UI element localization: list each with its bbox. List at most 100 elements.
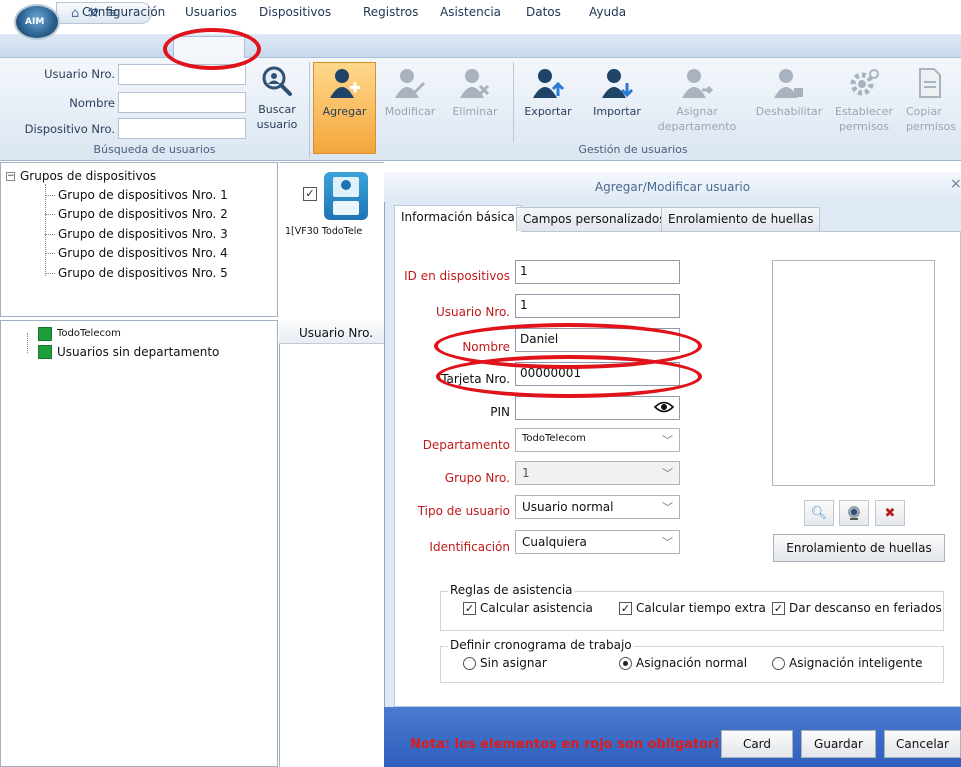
schedule-smart-label: Asignación inteligente xyxy=(789,656,923,670)
tab-datos[interactable]: Datos xyxy=(526,5,561,19)
tree-connector xyxy=(45,273,55,274)
set-permissions-button[interactable]: Establecer permisos xyxy=(833,66,895,134)
radio-icon xyxy=(772,656,785,670)
webcam-button[interactable] xyxy=(839,500,869,526)
device-id-label: ID en dispositivos xyxy=(404,269,510,283)
column-user-no[interactable]: Usuario Nro. xyxy=(299,326,373,340)
device-group-item[interactable]: Grupo de dispositivos Nro. 4 xyxy=(58,246,228,260)
schedule-normal-radio[interactable]: Asignación normal xyxy=(619,656,747,670)
tab-asistencia[interactable]: Asistencia xyxy=(440,5,501,19)
user-type-select[interactable]: Usuario normal ﹀ xyxy=(515,495,680,519)
search-name-input[interactable] xyxy=(118,92,246,113)
search-device-no-label: Dispositivo Nro. xyxy=(24,122,115,136)
device-group-item[interactable]: Grupo de dispositivos Nro. 2 xyxy=(58,207,228,221)
tab-dispositivos[interactable]: Dispositivos xyxy=(259,5,331,19)
chevron-down-icon: ﹀ xyxy=(662,467,673,480)
calc-attendance-label: Calcular asistencia xyxy=(480,601,593,615)
department-label: Departamento xyxy=(422,438,510,452)
tab-fingerprint-enrollment[interactable]: Enrolamiento de huellas xyxy=(661,207,821,231)
search-user-button[interactable]: Buscar usuario xyxy=(251,64,303,132)
tab-basic-info[interactable]: Información básica xyxy=(394,205,522,232)
schedule-legend: Definir cronograma de trabajo xyxy=(448,638,634,652)
device-terminal-icon[interactable] xyxy=(324,172,368,220)
calc-overtime-label: Calcular tiempo extra xyxy=(636,601,766,615)
menu-bar xyxy=(0,34,961,58)
identification-select[interactable]: Cualquiera ﹀ xyxy=(515,530,680,554)
schedule-none-radio[interactable]: Sin asignar xyxy=(463,656,547,670)
device-group-item[interactable]: Grupo de dispositivos Nro. 3 xyxy=(58,227,228,241)
app-logo[interactable]: AIM xyxy=(14,4,60,40)
search-photo-button[interactable]: 🔍︎ xyxy=(804,500,834,526)
tree-connector xyxy=(45,253,55,254)
delete-photo-button[interactable]: ✖ xyxy=(875,500,905,526)
delete-user-icon xyxy=(460,69,490,98)
assign-department-button[interactable]: Asignar departamento xyxy=(655,66,739,134)
device-id-input[interactable]: 1 xyxy=(515,260,680,284)
tab-custom-fields[interactable]: Campos personalizados xyxy=(516,207,673,231)
identification-label: Identificación xyxy=(429,540,510,554)
user-no-input[interactable]: 1 xyxy=(515,294,680,318)
device-checkbox[interactable]: ✓ xyxy=(303,187,317,201)
fingerprint-enrollment-button[interactable]: Enrolamiento de huellas xyxy=(773,534,945,562)
department-select[interactable]: TodoTelecom ﹀ xyxy=(515,428,680,452)
webcam-icon xyxy=(848,506,860,520)
holiday-rest-checkbox[interactable]: ✓ Dar descanso en feriados xyxy=(772,601,942,615)
add-user-button[interactable]: Agregar xyxy=(313,66,376,119)
card-no-label: Tarjeta Nro. xyxy=(441,372,510,386)
name-input[interactable]: Daniel xyxy=(515,328,680,352)
device-label: 1[VF30 TodoTele xyxy=(285,226,363,237)
dialog-title: Agregar/Modificar usuario xyxy=(594,180,751,194)
save-button[interactable]: Guardar xyxy=(801,730,876,758)
close-icon: ✖ xyxy=(884,505,896,521)
device-group-root[interactable]: Grupos de dispositivos xyxy=(20,169,156,183)
copy-permissions-button[interactable]: Copiar permisos xyxy=(898,66,961,134)
chevron-down-icon: ﹀ xyxy=(662,501,673,514)
search-user-no-input[interactable] xyxy=(118,64,246,85)
tab-registros[interactable]: Registros xyxy=(363,5,418,19)
edit-user-icon xyxy=(395,69,426,98)
ribbon-separator xyxy=(513,62,514,142)
copy-document-icon xyxy=(919,68,941,98)
card-no-input[interactable]: 00000001 xyxy=(515,362,680,386)
holiday-rest-label: Dar descanso en feriados xyxy=(789,601,942,615)
export-users-button[interactable]: Exportar xyxy=(518,66,578,119)
card-button[interactable]: Card xyxy=(721,730,793,758)
show-password-eye-icon[interactable] xyxy=(654,400,674,414)
gear-icon xyxy=(850,69,879,96)
department-icon xyxy=(38,345,52,359)
group-no-select[interactable]: 1 ﹀ xyxy=(515,461,680,485)
search-user-button-label: Buscar usuario xyxy=(256,103,298,131)
name-label: Nombre xyxy=(462,340,510,354)
calc-attendance-checkbox[interactable]: ✓ Calcular asistencia xyxy=(463,601,593,615)
checkbox-checked-icon: ✓ xyxy=(772,601,785,615)
import-users-button[interactable]: Importar xyxy=(585,66,649,119)
schedule-none-label: Sin asignar xyxy=(480,656,547,670)
device-group-item[interactable]: Grupo de dispositivos Nro. 1 xyxy=(58,188,228,202)
radio-selected-icon xyxy=(619,656,632,670)
tab-usuarios[interactable]: Usuarios xyxy=(185,5,237,19)
attendance-rules-legend: Reglas de asistencia xyxy=(448,583,575,597)
home-icon[interactable]: ⌂ xyxy=(71,6,79,21)
disable-user-button[interactable]: Deshabilitar xyxy=(749,66,829,119)
modify-user-button[interactable]: Modificar xyxy=(379,66,441,119)
user-type-label: Tipo de usuario xyxy=(417,504,510,518)
modify-user-label: Modificar xyxy=(384,105,436,118)
assign-department-icon xyxy=(682,69,714,98)
delete-user-button[interactable]: Eliminar xyxy=(445,66,505,119)
search-device-no-input[interactable] xyxy=(118,118,246,139)
search-group-caption: Búsqueda de usuarios xyxy=(93,143,216,156)
schedule-smart-radio[interactable]: Asignación inteligente xyxy=(772,656,922,670)
department-item[interactable]: Usuarios sin departamento xyxy=(57,345,219,359)
device-group-item[interactable]: Grupo de dispositivos Nro. 5 xyxy=(58,266,228,280)
disable-user-icon xyxy=(774,69,803,98)
schedule-normal-label: Asignación normal xyxy=(636,656,748,670)
add-user-label: Agregar xyxy=(322,105,367,118)
cancel-button[interactable]: Cancelar xyxy=(884,730,961,758)
tab-configuracion[interactable]: Configuración xyxy=(82,5,165,19)
tab-ayuda[interactable]: Ayuda xyxy=(589,5,626,19)
add-user-icon xyxy=(329,69,360,98)
department-item[interactable]: TodoTelecom xyxy=(57,328,121,339)
collapse-icon[interactable]: − xyxy=(6,172,15,181)
calc-overtime-checkbox[interactable]: ✓ Calcular tiempo extra xyxy=(619,601,766,615)
close-icon[interactable]: × xyxy=(950,176,961,192)
